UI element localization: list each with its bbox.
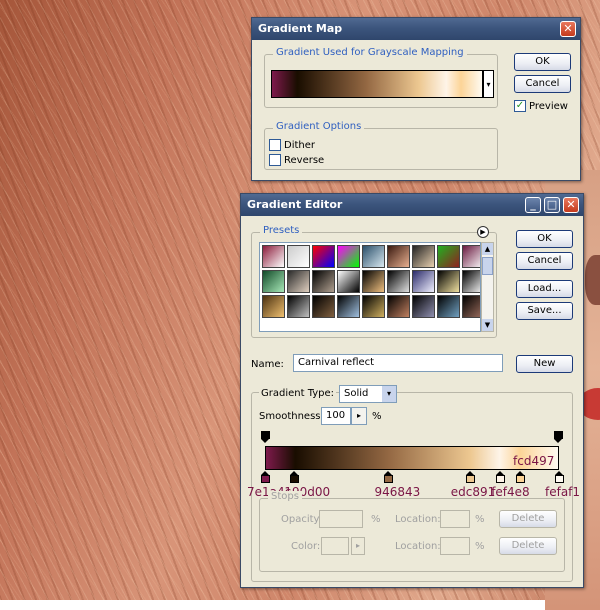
name-label: Name: — [251, 359, 284, 370]
preset-swatch[interactable] — [337, 295, 360, 318]
gradient-type-value: Solid — [344, 388, 369, 399]
preset-swatch[interactable] — [387, 270, 410, 293]
preset-swatch[interactable] — [362, 295, 385, 318]
preset-swatch[interactable] — [362, 270, 385, 293]
color-stop-7e1a4c[interactable] — [260, 471, 270, 483]
stops-label: Stops — [268, 491, 302, 502]
gradient-map-cancel-button[interactable]: Cancel — [514, 75, 571, 93]
preview-label: Preview — [529, 101, 568, 112]
opacity-field[interactable] — [319, 510, 363, 528]
preset-swatch[interactable] — [337, 245, 360, 268]
preset-swatch[interactable] — [462, 295, 480, 318]
smoothness-label: Smoothness: — [259, 411, 324, 422]
preset-swatch[interactable] — [337, 270, 360, 293]
opacity-delete-button[interactable]: Delete — [499, 510, 557, 528]
smoothness-field[interactable]: 100 — [321, 407, 351, 425]
opacity-stop-left[interactable] — [261, 431, 270, 443]
preset-swatch[interactable] — [262, 245, 285, 268]
scroll-thumb[interactable] — [482, 257, 493, 275]
gradient-options-label: Gradient Options — [273, 121, 365, 132]
name-field[interactable]: Carnival reflect — [293, 354, 503, 372]
gradient-used-label: Gradient Used for Grayscale Mapping — [273, 47, 467, 58]
color-stop-190d00[interactable] — [289, 471, 299, 483]
preset-swatch[interactable] — [437, 295, 460, 318]
preset-swatch[interactable] — [262, 295, 285, 318]
preset-swatch[interactable] — [262, 270, 285, 293]
close-icon[interactable]: ✕ — [560, 21, 576, 37]
preset-swatch[interactable] — [412, 295, 435, 318]
color-label: Color: — [291, 541, 321, 552]
preset-swatch[interactable] — [287, 270, 310, 293]
color-stop-fcd497[interactable] — [516, 471, 526, 483]
preset-swatch[interactable] — [287, 295, 310, 318]
preset-swatch[interactable] — [437, 270, 460, 293]
gradient-editor-title: Gradient Editor — [247, 198, 343, 211]
dither-label: Dither — [284, 140, 316, 151]
preset-swatch[interactable] — [437, 245, 460, 268]
color-delete-button[interactable]: Delete — [499, 537, 557, 555]
background-eye — [585, 255, 600, 305]
gradient-map-titlebar: Gradient Map — [252, 18, 580, 40]
presets-scrollbar[interactable]: ▲ ▼ — [481, 242, 494, 332]
opacity-percent: % — [371, 514, 381, 525]
color-location-percent: % — [475, 541, 485, 552]
load-button[interactable]: Load... — [516, 280, 573, 298]
opacity-location-field[interactable] — [440, 510, 470, 528]
opacity-stop-right[interactable] — [554, 431, 563, 443]
preset-swatch[interactable] — [462, 270, 480, 293]
gradient-type-label: Gradient Type: — [259, 388, 337, 400]
preset-swatch[interactable] — [287, 245, 310, 268]
opacity-location-percent: % — [475, 514, 485, 525]
reverse-label: Reverse — [284, 155, 325, 166]
close-icon[interactable]: ✕ — [563, 197, 579, 213]
preset-swatch[interactable] — [362, 245, 385, 268]
reverse-checkbox[interactable] — [269, 154, 281, 166]
minimize-icon[interactable]: _ — [525, 197, 541, 213]
preset-swatch[interactable] — [312, 245, 335, 268]
preset-swatch[interactable] — [412, 270, 435, 293]
preset-swatch[interactable] — [387, 295, 410, 318]
chevron-down-icon[interactable]: ▾ — [382, 386, 396, 402]
preset-swatch[interactable] — [462, 245, 480, 268]
color-stop-edc891[interactable] — [466, 471, 476, 483]
preset-swatch[interactable] — [412, 245, 435, 268]
opacity-location-label: Location: — [395, 514, 441, 525]
preset-swatch[interactable] — [312, 295, 335, 318]
preset-swatch[interactable] — [387, 245, 410, 268]
save-button[interactable]: Save... — [516, 302, 573, 320]
new-button[interactable]: New — [516, 355, 573, 373]
dither-checkbox[interactable] — [269, 139, 281, 151]
editor-ok-button[interactable]: OK — [516, 230, 573, 248]
gradient-map-title: Gradient Map — [258, 22, 343, 35]
gradient-used-group: Gradient Used for Grayscale Mapping ▾ — [264, 47, 498, 108]
opacity-label: Opacity: — [281, 514, 323, 525]
presets-menu-icon[interactable]: ▶ — [477, 226, 489, 238]
presets-label: Presets — [260, 225, 303, 236]
presets-grid — [259, 242, 481, 332]
color-stop-fefaf1[interactable] — [554, 471, 564, 483]
gradient-type-select[interactable]: Solid ▾ — [339, 385, 397, 403]
color-location-label: Location: — [395, 541, 441, 552]
color-stop-fef4e8[interactable] — [495, 471, 505, 483]
color-swatch[interactable] — [321, 537, 349, 555]
preview-checkbox[interactable]: ✓ — [514, 100, 526, 112]
color-stop-946843[interactable] — [383, 471, 393, 483]
scroll-down-icon[interactable]: ▼ — [482, 319, 493, 331]
gradient-map-preview-bar[interactable] — [271, 70, 483, 98]
gradient-dropdown-button[interactable]: ▾ — [483, 70, 494, 98]
color-arrow-icon[interactable]: ▸ — [351, 537, 365, 555]
gradient-editor-dialog: Gradient Editor _ □ ✕ Presets ▶ ▲ ▼ OK C… — [240, 193, 584, 588]
gradient-map-ok-button[interactable]: OK — [514, 53, 571, 71]
maximize-icon[interactable]: □ — [544, 197, 560, 213]
smoothness-percent: % — [372, 411, 382, 422]
editor-cancel-button[interactable]: Cancel — [516, 252, 573, 270]
smoothness-arrow-icon[interactable]: ▸ — [351, 407, 367, 425]
scroll-up-icon[interactable]: ▲ — [482, 243, 493, 255]
color-location-field[interactable] — [440, 537, 470, 555]
preset-swatch[interactable] — [312, 270, 335, 293]
gradient-bar[interactable] — [265, 446, 559, 470]
gradient-map-dialog: Gradient Map ✕ Gradient Used for Graysca… — [251, 17, 581, 181]
